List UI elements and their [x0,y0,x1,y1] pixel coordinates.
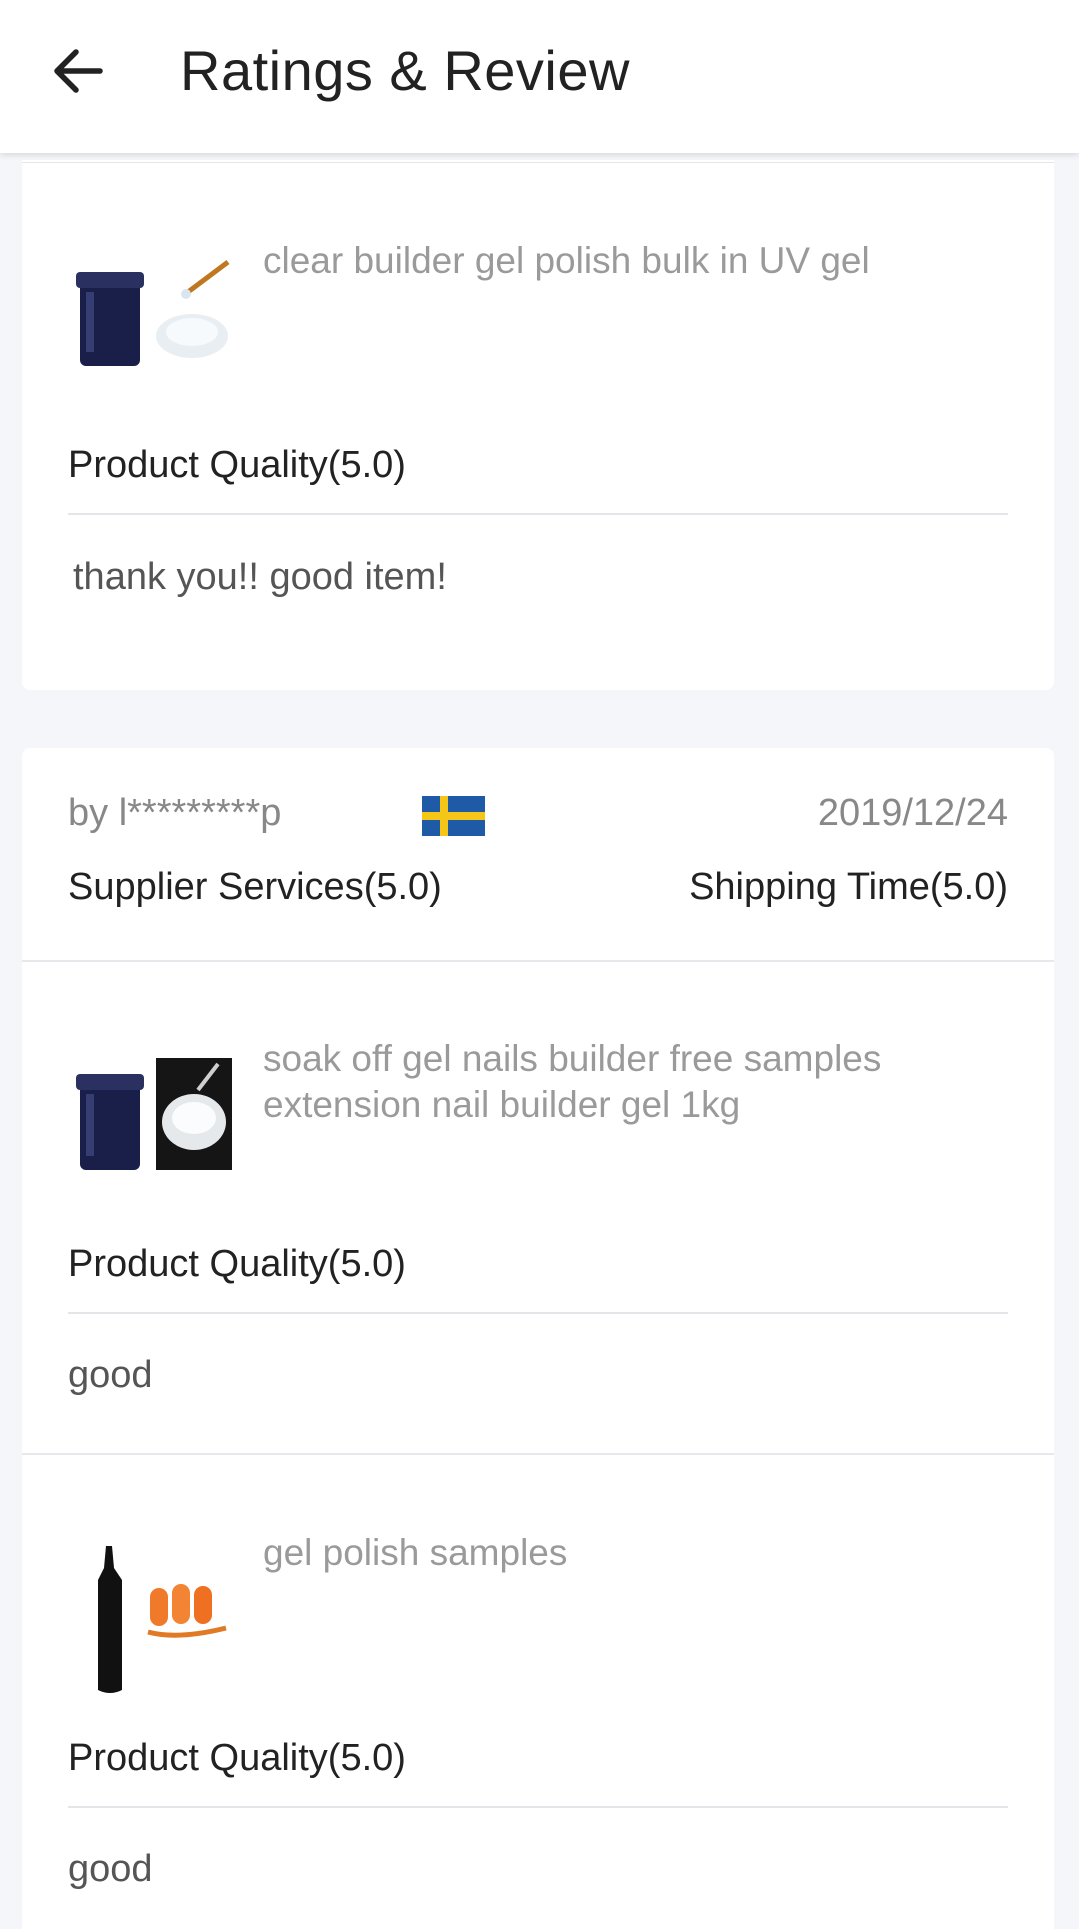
reviewer-name: by l*********p [68,792,282,834]
review-date: 2019/12/24 [817,792,1008,834]
divider [68,513,1008,515]
app-bar: Ratings & Review [0,0,1079,153]
product-quality-rating: Product Quality(5.0) [68,1737,406,1779]
review-comment: thank you!! good item! [73,556,447,598]
back-button[interactable] [48,36,118,106]
product-name[interactable]: soak off gel nails builder free samples … [263,1036,881,1128]
sweden-flag-icon [422,796,485,836]
product-thumbnail[interactable] [68,1540,238,1693]
divider [22,162,1054,163]
product-thumbnail[interactable] [68,1050,238,1180]
product-quality-rating: Product Quality(5.0) [68,1243,406,1285]
product-thumbnail[interactable] [68,244,238,374]
product-name[interactable]: gel polish samples [263,1530,567,1576]
supplier-services-rating: Supplier Services(5.0) [68,866,442,908]
product-name-line: soak off gel nails builder free samples [263,1038,882,1079]
divider [68,1806,1008,1808]
divider [68,1312,1008,1314]
review-comment: good [68,1354,153,1396]
product-quality-rating: Product Quality(5.0) [68,444,406,486]
review-comment: good [68,1848,153,1890]
product-name-line: extension nail builder gel 1kg [263,1084,741,1125]
shipping-time-rating: Shipping Time(5.0) [689,866,1008,908]
arrow-left-icon [54,49,103,93]
page-title: Ratings & Review [180,39,630,102]
product-name[interactable]: clear builder gel polish bulk in UV gel [263,238,870,284]
divider [22,1453,1054,1455]
divider [22,960,1054,962]
